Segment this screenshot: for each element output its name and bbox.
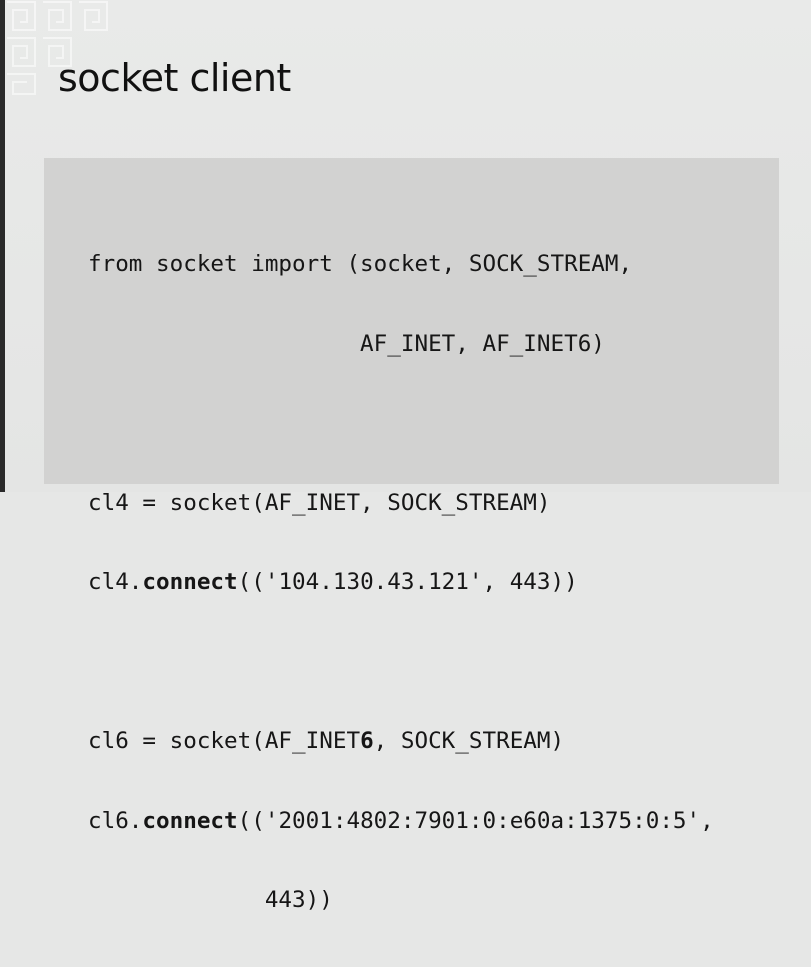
code-listing: from socket import (socket, SOCK_STREAM,… (88, 198, 714, 967)
code-block: from socket import (socket, SOCK_STREAM,… (44, 158, 779, 913)
code-line-9: 443)) (88, 887, 333, 913)
code-line-8: cl6.connect(('2001:4802:7901:0:e60a:1375… (88, 808, 714, 835)
code-token: , SOCK_STREAM) (373, 728, 565, 754)
code-line-2: AF_INET, AF_INET6) (88, 330, 605, 357)
slide: socket client from socket import (socket… (0, 0, 811, 913)
slide-title: socket client (58, 56, 291, 100)
code-token: (('2001:4802:7901:0:e60a:1375:0:5', (237, 807, 714, 834)
code-line-5: cl4.connect(('104.130.43.121', 443)) (88, 569, 714, 596)
code-token-bold: 6 (360, 728, 374, 754)
code-line-4: cl4 = socket(AF_INET, SOCK_STREAM) (88, 489, 551, 516)
code-token: cl6. (88, 807, 143, 834)
code-token: cl4. (88, 569, 143, 595)
code-line-7: cl6 = socket(AF_INET6, SOCK_STREAM) (88, 728, 714, 755)
code-token: (('104.130.43.121', 443)) (237, 569, 578, 595)
code-token: cl6 = socket(AF_INET (88, 728, 361, 754)
code-line-1: from socket import (socket, SOCK_STREAM, (88, 251, 633, 277)
code-token-bold: connect (142, 569, 238, 595)
code-token-bold: connect (142, 807, 238, 834)
